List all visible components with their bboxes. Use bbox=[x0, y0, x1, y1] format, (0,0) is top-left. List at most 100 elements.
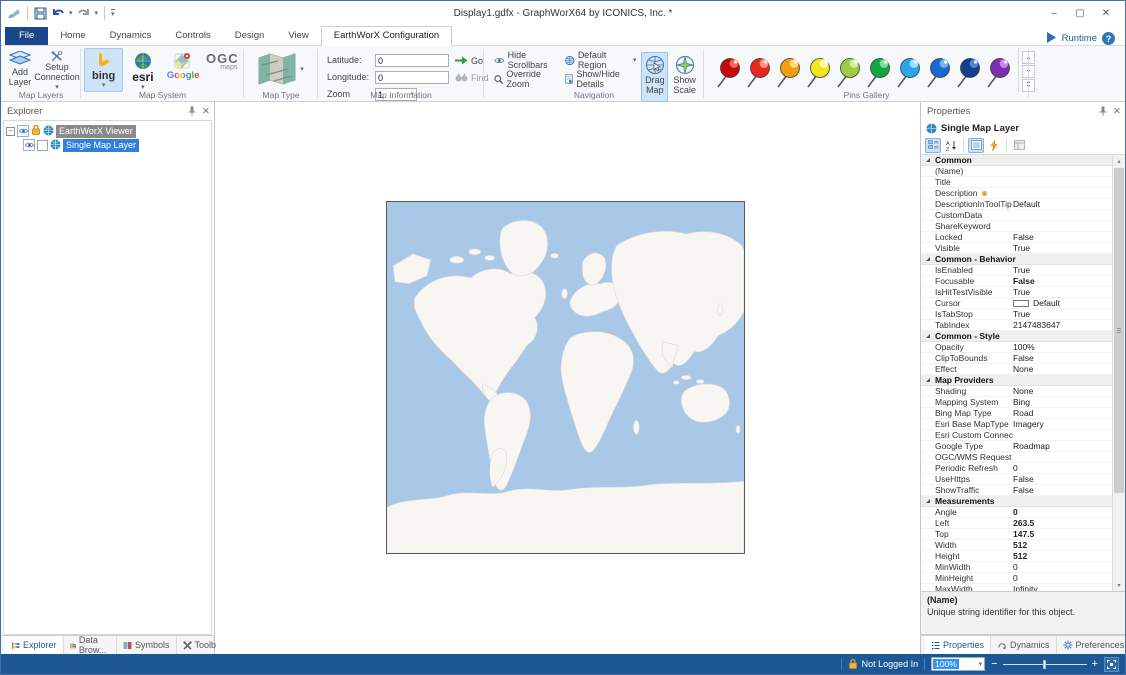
tab-dynamics[interactable]: Dynamics bbox=[98, 27, 164, 45]
property-row[interactable]: Map Providers bbox=[921, 375, 1112, 386]
property-row[interactable]: IsTabStop True bbox=[921, 309, 1112, 320]
property-value[interactable]: 147.5 bbox=[1013, 529, 1112, 539]
undo-dropdown-icon[interactable]: ▾ bbox=[69, 10, 73, 17]
property-row[interactable]: Effect None bbox=[921, 364, 1112, 375]
property-value[interactable]: False bbox=[1013, 276, 1112, 286]
property-row[interactable]: IsEnabled True bbox=[921, 265, 1112, 276]
bing-map-system-button[interactable]: bing ▾ bbox=[84, 48, 123, 92]
property-row[interactable]: Common - Style bbox=[921, 331, 1112, 342]
dynamics-lightning-button[interactable] bbox=[986, 138, 1002, 153]
property-row[interactable]: Left 263.5 bbox=[921, 518, 1112, 529]
dock-tab-data-browser[interactable]: Data Brow... bbox=[64, 636, 118, 654]
pin-panel-icon[interactable] bbox=[188, 106, 196, 116]
property-value[interactable]: False bbox=[1013, 353, 1112, 363]
property-row[interactable]: Focusable False bbox=[921, 276, 1112, 287]
property-row[interactable]: (Name) bbox=[921, 166, 1112, 177]
gallery-scroll-down-button[interactable]: ▾ bbox=[1022, 65, 1035, 78]
property-value[interactable]: Default bbox=[1013, 298, 1112, 308]
maximize-button[interactable]: ▢ bbox=[1067, 4, 1093, 22]
light-blue-pin[interactable] bbox=[895, 56, 922, 90]
lock-icon[interactable] bbox=[31, 124, 41, 138]
google-map-system-button[interactable]: Google bbox=[163, 48, 204, 92]
ogc-map-system-button[interactable]: OGC maps bbox=[204, 48, 241, 92]
property-value[interactable]: False bbox=[1013, 485, 1112, 495]
pin-panel-icon[interactable] bbox=[1099, 106, 1107, 116]
property-row[interactable]: Cursor Default bbox=[921, 298, 1112, 309]
tree-row-earthworx-viewer[interactable]: − EarthWorX Viewer bbox=[6, 124, 209, 138]
blue-pin[interactable] bbox=[925, 56, 952, 90]
property-row[interactable]: MinHeight 0 bbox=[921, 573, 1112, 584]
undo-button[interactable] bbox=[51, 7, 65, 19]
property-row[interactable]: Periodic Refresh 0 bbox=[921, 463, 1112, 474]
tab-controls[interactable]: Controls bbox=[163, 27, 222, 45]
tree-node-label[interactable]: Single Map Layer bbox=[63, 139, 139, 152]
property-value[interactable]: 0 bbox=[1013, 507, 1112, 517]
redo-button[interactable] bbox=[77, 7, 91, 19]
setup-connection-button[interactable]: Setup Connection ▾ bbox=[36, 48, 78, 92]
property-row[interactable]: TabIndex 2147483647 bbox=[921, 320, 1112, 331]
property-value[interactable]: 100% bbox=[1013, 342, 1112, 352]
property-row[interactable]: Title bbox=[921, 177, 1112, 188]
property-value[interactable]: 512 bbox=[1013, 540, 1112, 550]
property-pages-button[interactable] bbox=[1011, 138, 1027, 153]
property-row[interactable]: Mapping System Bing bbox=[921, 397, 1112, 408]
property-value[interactable]: None bbox=[1013, 386, 1112, 396]
category-expander-icon[interactable] bbox=[921, 499, 935, 503]
scroll-down-icon[interactable]: ▾ bbox=[1113, 579, 1125, 591]
property-row[interactable]: Width 512 bbox=[921, 540, 1112, 551]
property-row[interactable]: ClipToBounds False bbox=[921, 353, 1112, 364]
property-row[interactable]: ShowTraffic False bbox=[921, 485, 1112, 496]
minimize-button[interactable]: – bbox=[1041, 4, 1067, 22]
tab-file[interactable]: File bbox=[5, 27, 48, 45]
scrollbar-thumb[interactable] bbox=[1114, 168, 1124, 493]
zoom-percent-combo[interactable]: 100% ▾ bbox=[931, 657, 985, 671]
property-value[interactable]: 0 bbox=[1013, 463, 1112, 473]
map-type-dropdown-icon[interactable]: ▾ bbox=[300, 66, 304, 73]
property-row[interactable]: Angle 0 bbox=[921, 507, 1112, 518]
property-value[interactable]: False bbox=[1013, 232, 1112, 242]
property-row[interactable]: Top 147.5 bbox=[921, 529, 1112, 540]
property-value[interactable]: Imagery bbox=[1013, 419, 1112, 429]
property-row[interactable]: Locked False bbox=[921, 232, 1112, 243]
visibility-eye-icon[interactable] bbox=[17, 125, 29, 137]
tab-earthworx-configuration[interactable]: EarthWorX Configuration bbox=[321, 26, 452, 46]
property-row[interactable]: OGC/WMS Request S bbox=[921, 452, 1112, 463]
zoom-slider-thumb[interactable] bbox=[1043, 660, 1046, 669]
property-value[interactable]: True bbox=[1013, 265, 1112, 275]
properties-scrollbar[interactable]: ▴ ▾ bbox=[1112, 155, 1125, 591]
property-value[interactable]: 0 bbox=[1013, 562, 1112, 572]
add-layer-button[interactable]: Add Layer bbox=[4, 48, 36, 92]
close-button[interactable]: ✕ bbox=[1093, 4, 1119, 22]
tree-node-label[interactable]: EarthWorX Viewer bbox=[56, 125, 136, 138]
yellow-pin[interactable] bbox=[805, 56, 832, 90]
property-row[interactable]: MaxWidth Infinity bbox=[921, 584, 1112, 591]
dock-tab-properties[interactable]: Properties bbox=[925, 636, 991, 654]
property-value[interactable]: Road bbox=[1013, 408, 1112, 418]
property-row[interactable]: Google Type Roadmap bbox=[921, 441, 1112, 452]
property-value[interactable]: None bbox=[1013, 364, 1112, 374]
property-value[interactable]: Infinity bbox=[1013, 584, 1112, 591]
tab-view[interactable]: View bbox=[276, 27, 320, 45]
customize-toolbar-icon[interactable]: ▾ bbox=[111, 9, 115, 18]
property-value[interactable]: 512 bbox=[1013, 551, 1112, 561]
property-row[interactable]: UseHttps False bbox=[921, 474, 1112, 485]
purple-pin[interactable] bbox=[985, 56, 1012, 90]
property-value[interactable]: True bbox=[1013, 287, 1112, 297]
orange-pin[interactable] bbox=[775, 56, 802, 90]
category-expander-icon[interactable] bbox=[921, 378, 935, 382]
property-row[interactable]: Description bbox=[921, 188, 1112, 199]
runtime-control[interactable]: Runtime ? bbox=[1046, 32, 1125, 45]
tab-design[interactable]: Design bbox=[223, 27, 277, 45]
dock-tab-dynamics[interactable]: Dynamics bbox=[991, 636, 1057, 654]
tree-expander-icon[interactable]: − bbox=[6, 127, 15, 136]
property-row[interactable]: CustomData bbox=[921, 210, 1112, 221]
latitude-input[interactable] bbox=[375, 54, 449, 67]
layer-checkbox[interactable] bbox=[37, 140, 48, 151]
property-row[interactable]: Common - Behavior bbox=[921, 254, 1112, 265]
zoom-combo-dropdown-icon[interactable]: ▾ bbox=[979, 661, 985, 668]
close-panel-icon[interactable]: ✕ bbox=[202, 106, 210, 117]
property-row[interactable]: Common bbox=[921, 155, 1112, 166]
dock-tab-symbols[interactable]: Symbols bbox=[117, 636, 177, 654]
property-row[interactable]: DescriptionInToolTip Default bbox=[921, 199, 1112, 210]
light-green-pin[interactable] bbox=[835, 56, 862, 90]
